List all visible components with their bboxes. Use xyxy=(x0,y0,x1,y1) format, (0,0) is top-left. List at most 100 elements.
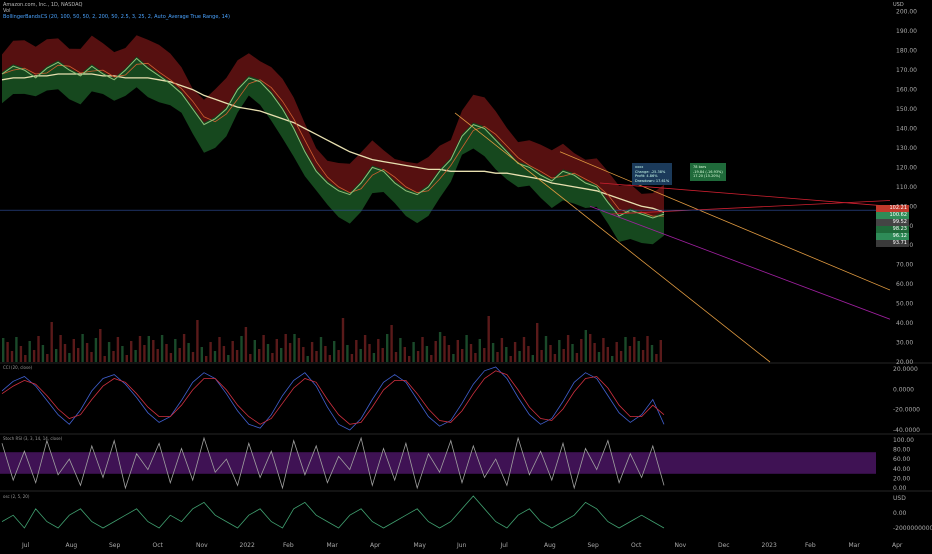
volume-bar xyxy=(368,344,371,362)
volume-bar xyxy=(558,340,561,362)
volume-bar xyxy=(32,350,36,362)
volume-bar xyxy=(381,348,384,362)
volume-bar xyxy=(244,327,248,362)
stoch-rsi-title: Stoch RSI (3, 3, 14, 14, close) xyxy=(3,436,63,441)
volume-bar xyxy=(341,318,345,362)
time-axis-tick: 2022 xyxy=(240,542,255,549)
volume-bar xyxy=(328,355,331,362)
time-axis-tick: Sep xyxy=(588,542,600,549)
pane-axis-tick: -2000000000.00 xyxy=(893,525,932,532)
volume-bar xyxy=(602,338,605,362)
volume-bar xyxy=(266,344,270,362)
volume-bar xyxy=(500,338,504,362)
volume-bar xyxy=(394,352,398,362)
volume-bar xyxy=(103,356,106,362)
volume-bar xyxy=(275,339,278,362)
volume-bar xyxy=(624,337,627,362)
volume-bar xyxy=(372,353,376,362)
volume-bar xyxy=(386,334,389,362)
volume-bar xyxy=(487,316,490,362)
time-axis-tick: Oct xyxy=(153,542,164,549)
time-axis-tick: Oct xyxy=(631,542,642,549)
volume-bar xyxy=(425,346,429,362)
price-axis-tick: 130.00 xyxy=(896,145,917,152)
time-axis-tick: Mar xyxy=(849,542,861,549)
volume-bar xyxy=(531,355,534,362)
trend-line xyxy=(454,112,771,363)
volume-bar xyxy=(55,349,58,362)
volume-bar xyxy=(637,341,640,362)
time-axis-tick: Nov xyxy=(196,542,208,549)
volume-bar xyxy=(522,337,526,362)
volume-bar xyxy=(478,339,481,362)
volume-bar xyxy=(571,344,574,362)
volume-bar xyxy=(63,344,67,362)
pane-axis-tick: 80.00 xyxy=(893,447,910,454)
volume-bar xyxy=(125,355,128,362)
price-label-6: 93.71 xyxy=(876,240,909,247)
volume-bar xyxy=(213,351,217,362)
volume-bar xyxy=(182,334,186,362)
volume-bar xyxy=(491,343,495,362)
volume-bar xyxy=(15,337,18,362)
price-label-1: 102.21 xyxy=(876,205,909,212)
price-axis-tick: 50.00 xyxy=(896,301,913,308)
volume-bar xyxy=(584,330,587,362)
volume-bar xyxy=(24,355,27,362)
volume-bar xyxy=(187,343,190,362)
volume-bar xyxy=(496,352,499,362)
time-axis-tick: Feb xyxy=(805,542,816,549)
volume-bar xyxy=(297,338,301,362)
chart-stage[interactable]: Jul Aug Sep Oct Nov 2022 Feb Mar Apr May Jun Jul Aug… xyxy=(0,0,932,550)
symbol-title: Amazon.com, Inc., 1D, NASDAQ xyxy=(3,2,83,8)
volume-bar xyxy=(6,342,9,362)
pane-axis-tick: 60.00 xyxy=(893,456,910,463)
volume-bar xyxy=(94,338,98,362)
volume-bar xyxy=(606,347,609,362)
range-stats-popup: xxxx Change: -25.38% Profit: 4.86% Drawd… xyxy=(632,163,673,186)
time-axis-tick: Jul xyxy=(500,542,509,549)
volume-bar xyxy=(46,354,49,362)
volume-bar xyxy=(59,335,62,362)
range-stats-line-3: Drawdown: 17.61% xyxy=(635,178,670,183)
volume-bar xyxy=(258,349,261,362)
volume-bar xyxy=(147,336,150,362)
volume-bar xyxy=(408,356,411,362)
volume-bar xyxy=(465,335,468,362)
trend-line xyxy=(589,205,891,320)
volume-bar xyxy=(346,345,349,362)
volume-bar xyxy=(99,329,102,362)
volume-bar xyxy=(544,336,548,362)
volume-bar xyxy=(359,349,362,362)
volume-bar xyxy=(231,341,234,362)
price-axis-tick: 200.00 xyxy=(896,9,917,16)
volume-bar xyxy=(443,336,446,362)
volume-bar xyxy=(37,336,40,362)
volume-bar xyxy=(165,344,168,362)
volume-bar xyxy=(280,348,283,362)
price-axis-tick: 180.00 xyxy=(896,48,917,55)
volume-bar xyxy=(655,354,658,362)
volume-bar xyxy=(227,355,230,362)
volume-bar xyxy=(50,322,53,362)
volume-bar xyxy=(434,341,437,362)
volume-bar xyxy=(271,353,274,362)
volume-bar xyxy=(580,339,583,362)
volume-bar xyxy=(513,342,517,362)
volume-bar xyxy=(377,339,380,362)
volume-bar xyxy=(90,352,93,362)
price-label-3: 99.52 xyxy=(876,219,909,226)
price-axis-tick: 30.00 xyxy=(896,340,913,347)
volume-bar xyxy=(518,351,521,362)
volume-bar xyxy=(483,348,486,362)
volume-bar xyxy=(191,352,195,362)
volume-bar xyxy=(152,340,155,362)
volume-bar xyxy=(116,337,120,362)
price-axis-tick: 40.00 xyxy=(896,320,913,327)
volume-bar xyxy=(293,334,296,362)
volume-bar xyxy=(536,323,539,362)
volume-bar xyxy=(306,356,309,362)
volume-bar xyxy=(19,346,23,362)
volume-bar xyxy=(390,325,393,362)
chart-canvas[interactable]: Jul Aug Sep Oct Nov 2022 Feb Mar Apr May Jun Jul Aug… xyxy=(0,0,932,550)
